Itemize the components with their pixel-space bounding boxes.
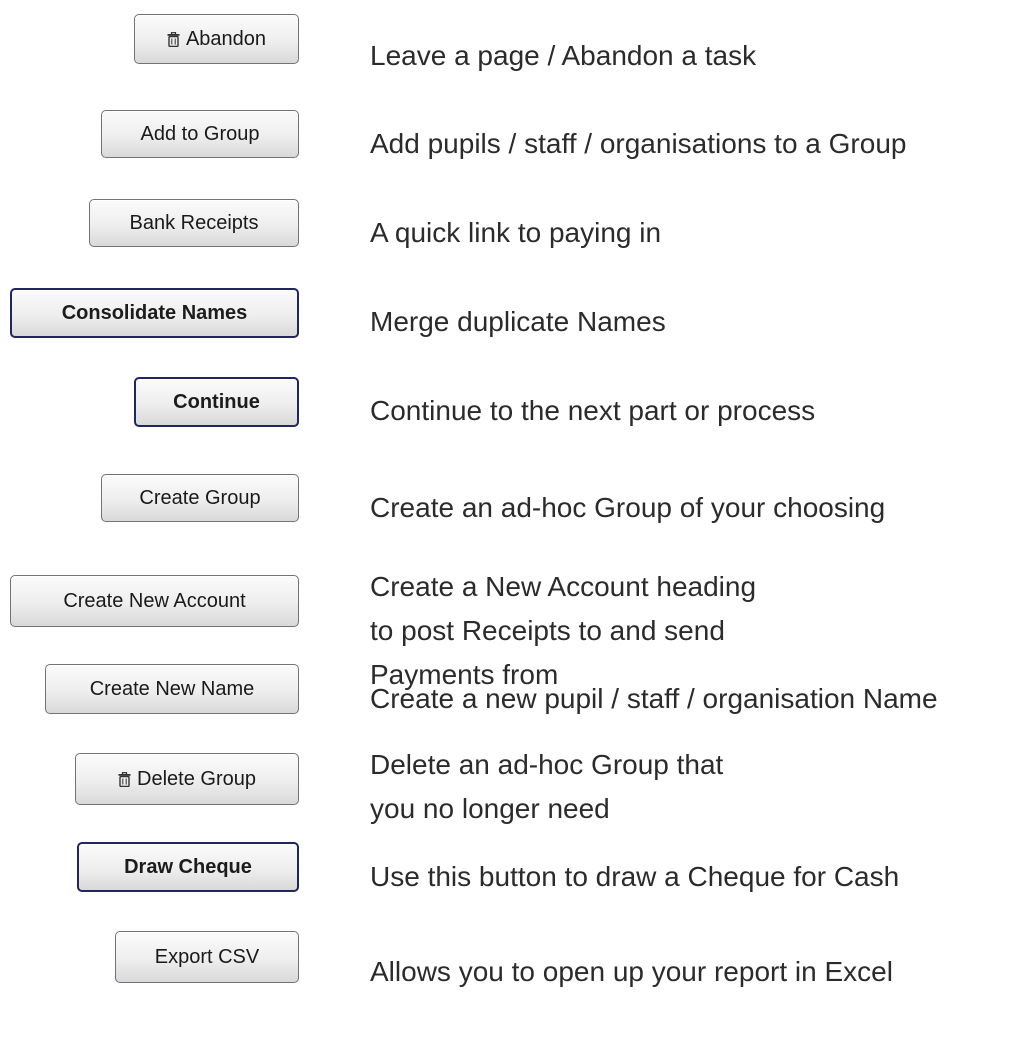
add-to-group-description: Add pupils / staff / organisations to a … — [370, 128, 907, 159]
consolidate-names-button[interactable]: Consolidate Names — [10, 288, 299, 338]
export-csv-button[interactable]: Export CSV — [115, 931, 299, 983]
continue-description: Continue to the next part or process — [370, 395, 816, 426]
create-new-name-button[interactable]: Create New Name — [45, 664, 299, 714]
add-to-group-button[interactable]: Add to Group — [101, 110, 299, 158]
abandon-button[interactable]: Abandon — [134, 14, 299, 64]
create-new-account-button[interactable]: Create New Account — [10, 575, 299, 627]
create-group-button[interactable]: Create Group — [101, 474, 299, 522]
draw-cheque-button[interactable]: Draw Cheque — [77, 842, 299, 892]
create-new-name-description: Create a new pupil / staff / organisatio… — [370, 683, 938, 714]
export-csv-description: Allows you to open up your report in Exc… — [370, 956, 893, 987]
abandon-description: Leave a page / Abandon a task — [370, 40, 757, 71]
create-group-description: Create an ad-hoc Group of your choosing — [370, 492, 886, 523]
consolidate-names-description: Merge duplicate Names — [370, 306, 666, 337]
trash-icon — [167, 31, 180, 47]
bank-receipts-description: A quick link to paying in — [370, 217, 662, 248]
bank-receipts-button[interactable]: Bank Receipts — [89, 199, 299, 247]
continue-button[interactable]: Continue — [134, 377, 299, 427]
trash-icon — [118, 771, 131, 787]
delete-group-button[interactable]: Delete Group — [75, 753, 299, 805]
button-legend: Abandon Leave a page / Abandon a task Ad… — [0, 0, 1021, 1045]
draw-cheque-description: Use this button to draw a Cheque for Cas… — [370, 861, 900, 892]
delete-group-description: Delete an ad-hoc Group that you no longe… — [370, 749, 724, 824]
delete-group-button-label: Delete Group — [137, 767, 256, 790]
abandon-button-label: Abandon — [185, 27, 267, 50]
